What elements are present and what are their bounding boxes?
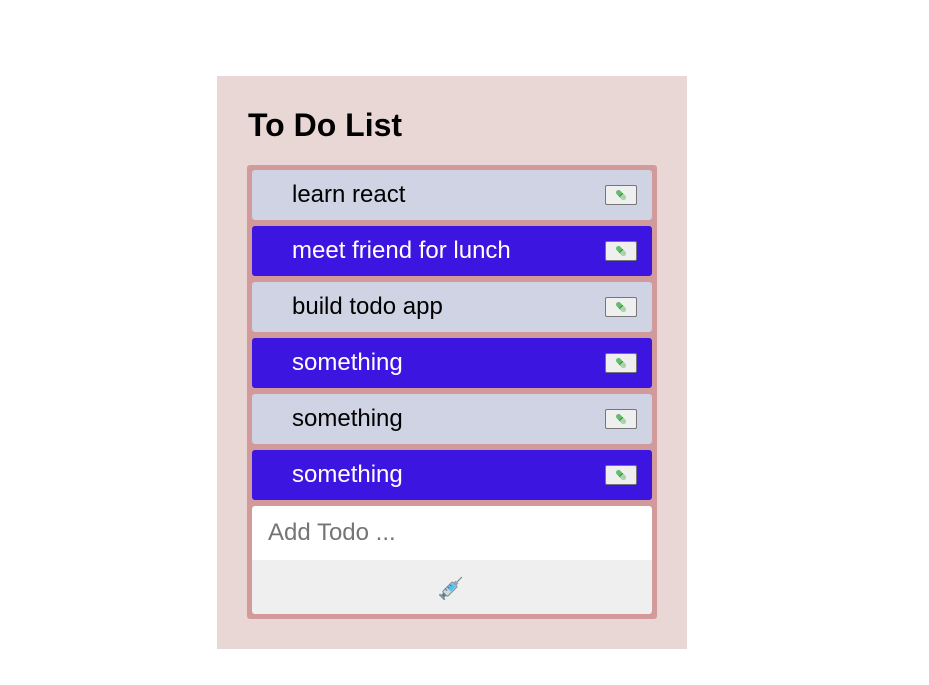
todo-item: something — [252, 394, 652, 444]
delete-todo-button[interactable] — [605, 297, 637, 317]
pill-icon — [616, 414, 626, 424]
todo-item-text: meet friend for lunch — [292, 237, 511, 264]
todo-list-container: learn react meet friend for lunch build … — [247, 165, 657, 619]
page-title: To Do List — [248, 107, 403, 143]
todo-item-text: learn react — [292, 181, 406, 208]
todo-item-text: something — [292, 461, 403, 488]
add-todo-input[interactable] — [252, 506, 652, 560]
todo-item: something — [252, 450, 652, 500]
todo-item-text: build todo app — [292, 293, 443, 320]
todo-app: To Do List learn react meet friend for l… — [217, 76, 687, 649]
todo-item-text: something — [292, 405, 403, 432]
todo-item: something — [252, 338, 652, 388]
todo-item: build todo app — [252, 282, 652, 332]
add-todo-button[interactable] — [252, 560, 652, 614]
pill-icon — [616, 190, 626, 200]
delete-todo-button[interactable] — [605, 409, 637, 429]
pill-icon — [616, 358, 626, 368]
delete-todo-button[interactable] — [605, 353, 637, 373]
delete-todo-button[interactable] — [605, 185, 637, 205]
todo-item: meet friend for lunch — [252, 226, 652, 276]
todo-item: learn react — [252, 170, 652, 220]
pill-icon — [616, 302, 626, 312]
delete-todo-button[interactable] — [605, 465, 637, 485]
pill-icon — [616, 470, 626, 480]
delete-todo-button[interactable] — [605, 241, 637, 261]
todo-item-text: something — [292, 349, 403, 376]
syringe-icon — [438, 576, 463, 601]
pill-icon — [616, 246, 626, 256]
